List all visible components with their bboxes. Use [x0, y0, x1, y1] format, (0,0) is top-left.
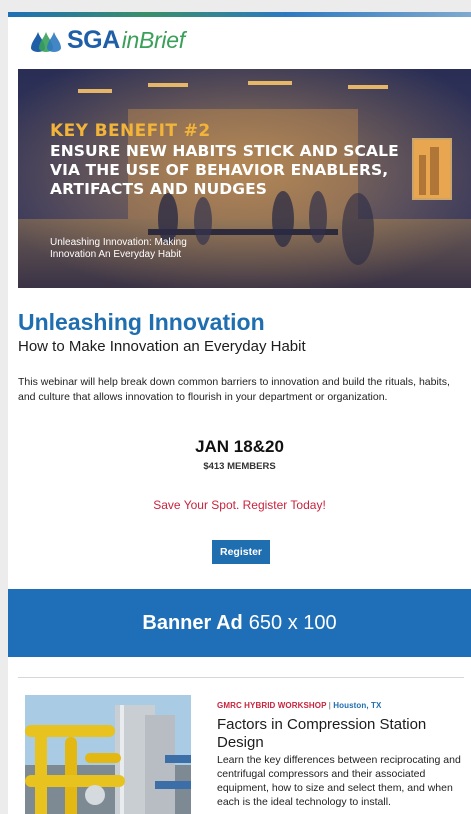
- register-button[interactable]: Register: [212, 540, 270, 564]
- workshop-thumbnail[interactable]: [25, 695, 191, 814]
- event-title[interactable]: Unleashing Innovation: [18, 309, 265, 336]
- event-date: JAN 18&20: [195, 437, 284, 456]
- section-divider: [18, 677, 464, 678]
- compressor-station-image: [25, 695, 191, 814]
- logo-inbrief-text: inBrief: [121, 26, 185, 53]
- event-subtitle: How to Make Innovation an Everyday Habit: [18, 338, 306, 355]
- workshop-location: Houston, TX: [333, 701, 382, 710]
- workshop-category: GMRC HYBRID WORKSHOP: [217, 701, 327, 710]
- workshop-title[interactable]: Factors in Compression Station Design: [217, 716, 467, 752]
- event-description: This webinar will help break down common…: [18, 376, 450, 403]
- logo-sga-text: SGA: [67, 25, 120, 54]
- workshop-eyebrow: GMRC HYBRID WORKSHOP | Houston, TX: [217, 701, 381, 710]
- hero-caption: Unleashing Innovation: Making Innovation…: [50, 237, 187, 260]
- register-cta-text: Save Your Spot. Register Today!: [153, 498, 326, 512]
- email-page: SGA inBrief KEY BENEFIT #2 ENSURE NEW HA…: [8, 12, 471, 814]
- workshop-description: Learn the key differences between recipr…: [217, 754, 461, 808]
- hero-headline: ENSURE NEW HABITS STICK AND SCALE VIA TH…: [50, 142, 399, 198]
- top-color-strip: [8, 12, 471, 17]
- event-price: $413 MEMBERS: [203, 461, 276, 472]
- banner-ad[interactable]: Banner Ad 650 x 100: [8, 589, 471, 657]
- workshop-separator: |: [328, 701, 331, 710]
- sga-inbrief-logo[interactable]: SGA inBrief: [28, 25, 185, 55]
- droplet-logo-icon: [31, 32, 61, 52]
- banner-ad-label: Banner Ad: [142, 611, 243, 634]
- hero-image[interactable]: KEY BENEFIT #2 ENSURE NEW HABITS STICK A…: [18, 69, 471, 288]
- hero-kicker: KEY BENEFIT #2: [50, 121, 211, 141]
- banner-ad-size: 650 x 100: [248, 611, 337, 634]
